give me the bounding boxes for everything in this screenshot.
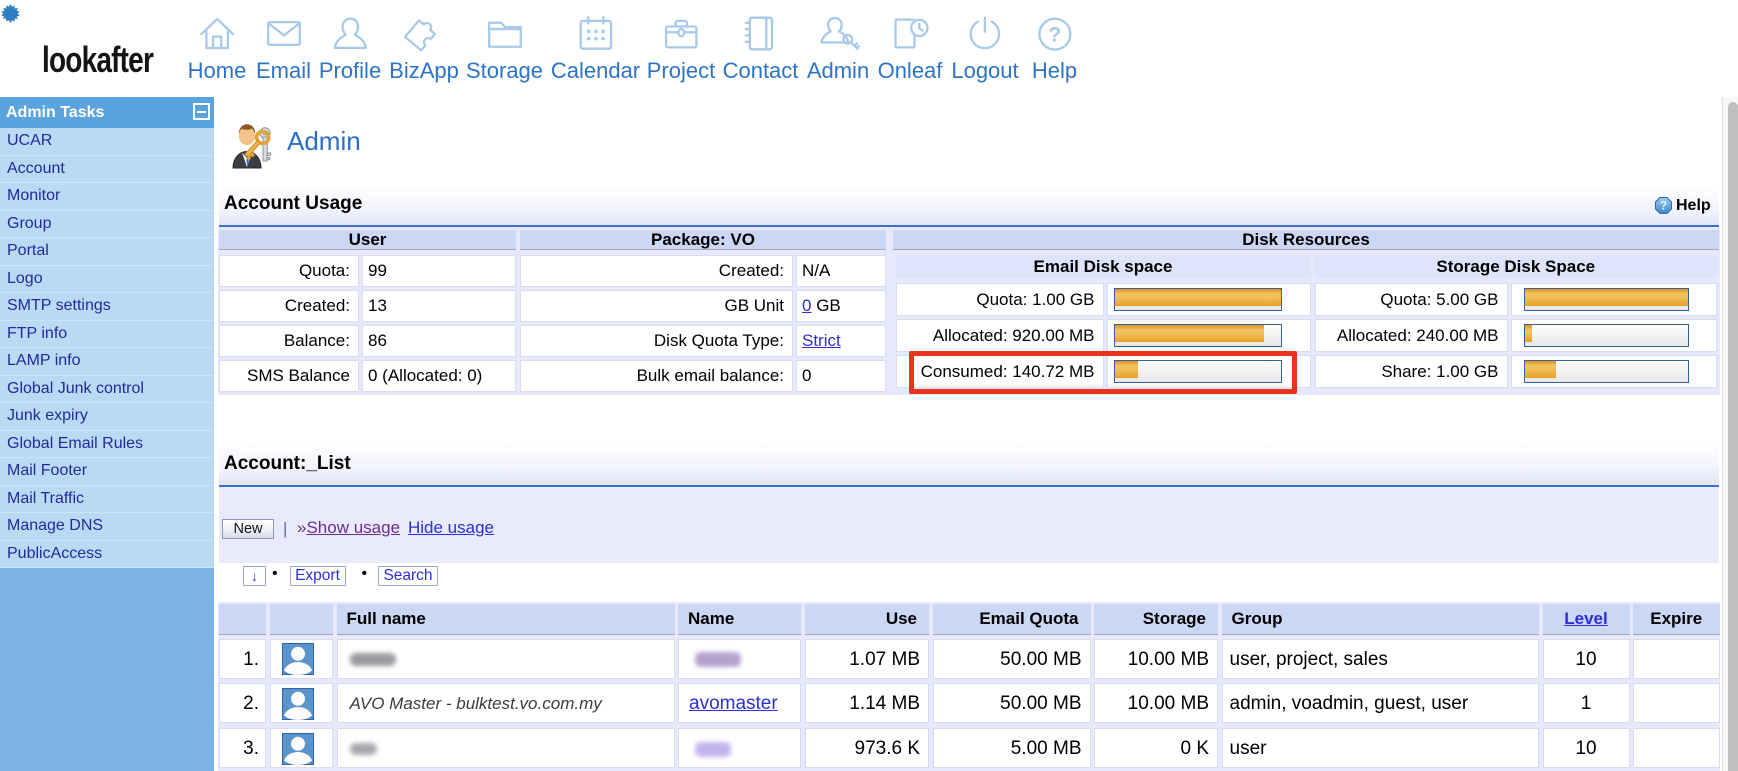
- svg-text:?: ?: [1048, 23, 1061, 47]
- svg-text:?: ?: [1660, 201, 1667, 213]
